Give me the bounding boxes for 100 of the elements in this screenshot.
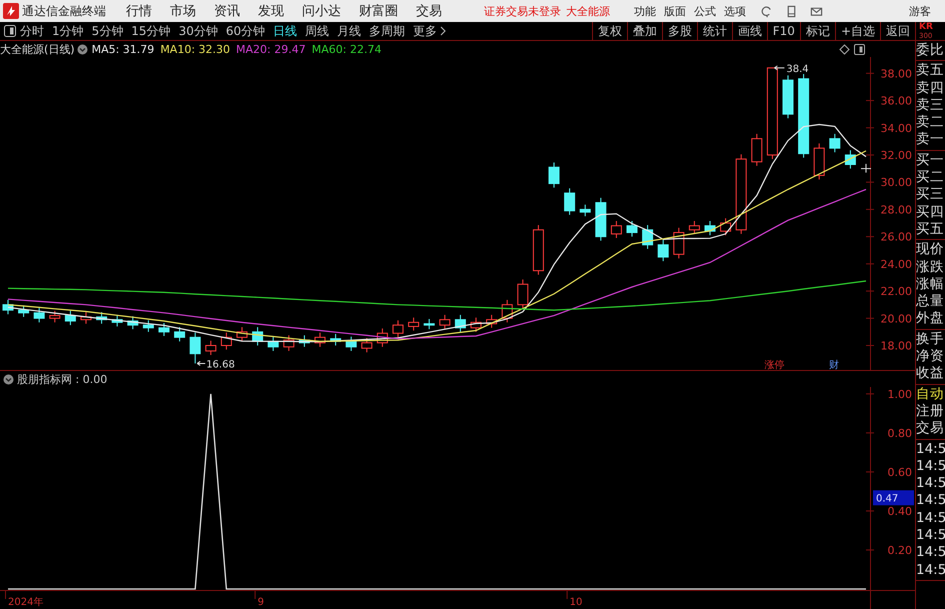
quote-field-label[interactable]: 14:5 [916,527,945,544]
app-title: 通达信金融终端 [22,2,106,20]
quote-field-label[interactable]: 涨跌 [916,258,945,276]
candlestick [174,326,186,342]
price-axis-label: 20.00 [880,312,912,326]
period-tab[interactable]: 30分钟 [178,22,218,40]
period-tab[interactable]: 多周期 [369,22,406,40]
quote-field-label[interactable]: 买五 [916,220,945,238]
moving-average-value: MA5: 31.79 [92,42,154,56]
period-tab[interactable]: 日线 [273,22,298,40]
quote-field-label[interactable]: 14:5 [916,440,945,458]
quote-field-label[interactable]: 14:5 [916,544,945,562]
quote-field-label[interactable]: 净资 [916,348,945,366]
menu-item[interactable]: 财富圈 [359,2,398,20]
candlestick [658,240,669,262]
menu-item[interactable]: 功能 [634,4,656,18]
period-tab[interactable]: 5分钟 [92,22,124,40]
candlestick [283,334,294,352]
dropdown-icon[interactable] [76,44,88,54]
candlestick [720,218,732,236]
quote-field-label[interactable]: 注册 [916,402,945,420]
quote-field-label[interactable]: 涨幅 [916,276,945,294]
candlestick [361,338,372,353]
chart-tool-button[interactable]: 多股 [662,22,697,40]
quote-field-label[interactable]: 换手 [916,330,945,348]
refresh-icon[interactable] [760,4,773,18]
quote-field-label[interactable]: 外盘 [916,310,945,328]
quote-field-label[interactable]: 现价 [916,241,945,259]
period-tab[interactable]: 60分钟 [226,22,266,40]
menu-item[interactable]: 版面 [664,4,686,18]
candlestick [64,310,76,326]
quote-field-label[interactable]: 买二 [916,169,945,186]
chart-tool-button[interactable]: +自选 [834,22,880,40]
menu-item[interactable]: 交易 [416,2,442,20]
quote-field-label[interactable]: 卖二 [916,114,945,132]
menu-item[interactable]: 公式 [694,4,716,18]
chart-tool-button[interactable]: 标记 [800,22,835,40]
quote-field-label[interactable]: 买三 [916,186,945,204]
stock-code: KR [919,22,933,32]
price-axis-label: 22.00 [880,285,912,298]
quote-field-label[interactable]: 14:5 [916,475,945,492]
quote-field-label[interactable]: 买一 [916,152,945,170]
chevron-right-icon[interactable] [440,26,448,36]
menu-item[interactable]: 行情 [126,2,152,20]
period-tab[interactable]: 周线 [305,22,330,40]
candlestick [314,332,326,348]
candlestick [782,74,794,119]
time-axis-label: 2024年 [8,597,44,608]
dropdown-icon[interactable] [3,374,14,384]
event-marker[interactable]: 财 [828,360,839,370]
candlestick [112,314,123,327]
candlestick [298,334,310,348]
quote-field-label[interactable]: 委比 [916,42,945,60]
period-tab[interactable]: 更多 [413,22,438,40]
quote-field-label[interactable]: 卖四 [916,80,945,97]
indicator-axis-label: 0.40 [888,504,912,518]
quote-field-label[interactable]: 14:5 [916,510,945,528]
period-tab[interactable]: 1分钟 [52,22,84,40]
candlestick [673,227,684,259]
quote-field-label[interactable]: 14:5 [916,492,945,510]
quote-field-label[interactable]: 卖一 [916,131,945,149]
period-tab[interactable]: 15分钟 [131,22,171,40]
candlestick [814,142,825,180]
menu-item[interactable]: 市场 [170,2,196,20]
quote-field-label[interactable]: 卖三 [916,96,945,114]
quote-field-label[interactable]: 买四 [916,204,945,221]
menu-item[interactable]: 选项 [724,4,746,18]
menu-item[interactable]: 资讯 [214,2,240,20]
quote-field-label[interactable]: 14:5 [916,458,945,476]
chart-tool-button[interactable]: 统计 [696,22,732,40]
chart-tool-button[interactable]: 叠加 [626,22,662,40]
panel-toggle-icon[interactable] [4,25,16,37]
time-axis-label: 9 [258,597,264,608]
diamond-icon[interactable] [839,44,850,54]
quote-field-label[interactable]: 交易 [916,420,945,438]
cursor-value-label: 0.47 [873,490,914,506]
user-name[interactable]: 游客 [909,4,931,18]
menu-item[interactable]: 问小达 [302,2,341,20]
price-axis-label: 36.00 [880,94,912,108]
mail-icon[interactable] [810,4,823,18]
candlestick [564,188,576,216]
panel-toggle-icon[interactable] [854,44,865,54]
chart-tool-button[interactable]: F10 [766,22,800,40]
quote-field-label[interactable]: 收益 [916,365,945,383]
price-axis-label: 32.00 [880,148,912,162]
quote-field-label[interactable]: 14:5 [916,562,945,579]
quote-field-label[interactable]: 自动 [916,386,945,403]
period-tab[interactable]: 分时 [20,22,44,40]
chart-title: 大全能源(日线) [0,42,75,56]
low-price-label: 16.68 [206,359,235,370]
phone-icon[interactable] [785,4,798,18]
period-tab[interactable]: 月线 [337,22,362,40]
candlestick [236,326,248,342]
quote-field-label[interactable]: 卖五 [916,62,945,80]
event-marker[interactable]: 涨停 [764,360,784,370]
indicator-axis-label: 1.00 [888,388,912,401]
menu-item[interactable]: 发现 [258,2,284,20]
quote-field-label[interactable]: 总量 [916,293,945,310]
chart-tool-button[interactable]: 画线 [732,22,767,40]
chart-tool-button[interactable]: 复权 [592,22,627,40]
